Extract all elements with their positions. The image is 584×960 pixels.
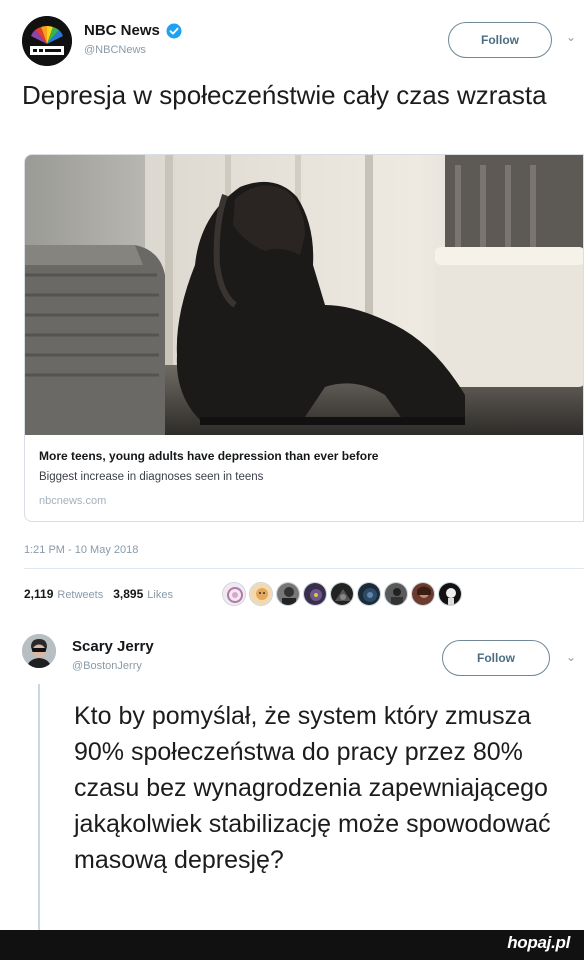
liker-avatar[interactable]: [222, 582, 246, 606]
liker-avatar[interactable]: [384, 582, 408, 606]
author-name[interactable]: NBC News: [84, 22, 160, 39]
liker-avatar[interactable]: [303, 582, 327, 606]
reply-author-name[interactable]: Scary Jerry: [72, 638, 154, 655]
likes-label[interactable]: Likes: [147, 589, 173, 601]
nbc-peacock-icon: [22, 16, 72, 66]
reply-chevron-down-icon[interactable]: ⌄: [566, 650, 576, 664]
card-title[interactable]: More teens, young adults have depression…: [39, 449, 378, 463]
author-handle[interactable]: @NBCNews: [84, 44, 146, 56]
card-description: Biggest increase in diagnoses seen in te…: [39, 471, 264, 483]
nbc-news-avatar[interactable]: [22, 16, 72, 66]
liker-avatar[interactable]: [438, 582, 462, 606]
site-watermark[interactable]: hopaj.pl: [507, 933, 570, 953]
scary-jerry-avatar[interactable]: [22, 634, 56, 668]
liker-avatars: [222, 582, 462, 606]
author-name-row: NBC News: [84, 22, 182, 39]
reply-text: Kto by pomyślał, że system który zmusza …: [74, 702, 551, 874]
likes-count[interactable]: 3,895: [113, 587, 143, 601]
reply-author-handle[interactable]: @BostonJerry: [72, 660, 142, 672]
follow-button[interactable]: Follow: [448, 22, 552, 58]
retweets-count[interactable]: 2,119: [24, 587, 53, 601]
watermark-main: hopaj: [507, 933, 552, 952]
reply-follow-button[interactable]: Follow: [442, 640, 550, 676]
liker-avatar[interactable]: [357, 582, 381, 606]
person-avatar-icon: [22, 634, 56, 668]
retweets-label[interactable]: Retweets: [57, 589, 103, 601]
tweet-text: Depresja w społeczeństwie cały czas wzra…: [22, 80, 547, 110]
tweet-stats: 2,119 Retweets 3,895 Likes: [24, 587, 179, 601]
thread-line: [38, 684, 40, 930]
liker-avatar[interactable]: [330, 582, 354, 606]
original-tweet: NBC News @NBCNews Follow ⌄ Depresja w sp…: [0, 0, 584, 606]
watermark-tld: .pl: [551, 933, 570, 952]
reply-tweet: Scary Jerry @BostonJerry Follow ⌄ Kto by…: [0, 620, 584, 930]
liker-avatar[interactable]: [276, 582, 300, 606]
divider: [24, 568, 584, 569]
liker-avatar[interactable]: [249, 582, 273, 606]
verified-badge-icon: [166, 23, 182, 38]
card-domain: nbcnews.com: [39, 495, 107, 507]
watermark-bar: hopaj.pl: [0, 930, 584, 960]
card-image: [25, 155, 583, 435]
tweet-timestamp[interactable]: 1:21 PM - 10 May 2018: [24, 544, 138, 556]
photo-person-sitting-head-in-hands-icon: [25, 155, 583, 435]
link-card[interactable]: More teens, young adults have depression…: [24, 154, 584, 522]
liker-avatar[interactable]: [411, 582, 435, 606]
chevron-down-icon[interactable]: ⌄: [566, 30, 576, 44]
